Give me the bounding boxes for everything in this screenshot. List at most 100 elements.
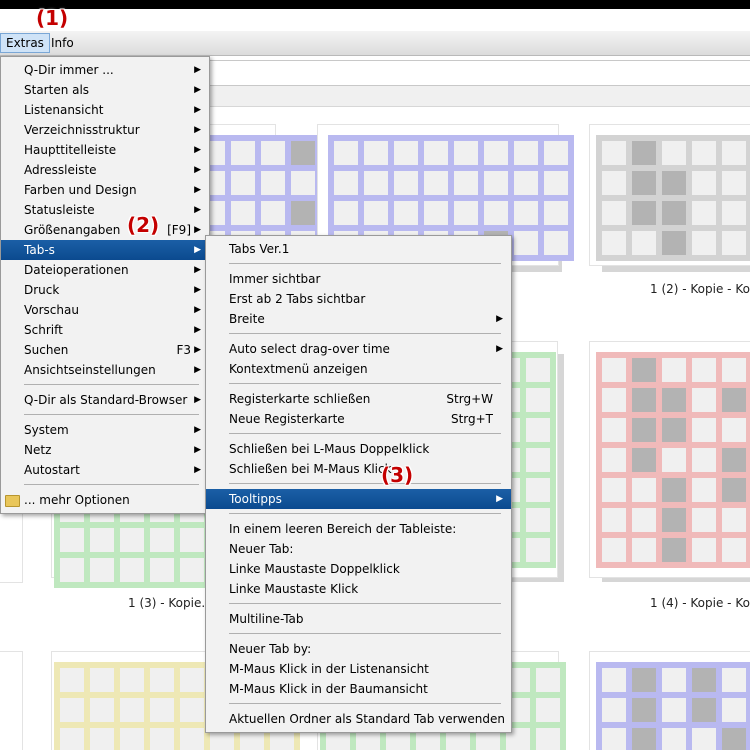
extras-item-dateioperationen[interactable]: Dateioperationen ▶ xyxy=(1,260,209,280)
thumbnail-cell xyxy=(60,728,84,750)
tabs-item-erst-ab-2-tabs-sichtbar[interactable]: Erst ab 2 Tabs sichtbar xyxy=(206,289,511,309)
thumbnail-cell xyxy=(454,141,478,165)
thumbnail-cell xyxy=(602,358,626,382)
thumbnail-cell xyxy=(602,201,626,225)
extras-item-q-dir-immer[interactable]: Q-Dir immer ... ▶ xyxy=(1,60,209,80)
extras-item-verzeichnisstruktur[interactable]: Verzeichnisstruktur ▶ xyxy=(1,120,209,140)
thumbnail-cell xyxy=(662,418,686,442)
thumbnail-cell xyxy=(662,358,686,382)
menu-item-label: Auto select drag-over time xyxy=(229,342,390,356)
thumbnail-cell xyxy=(526,358,550,382)
menu-item-label: ... mehr Optionen xyxy=(24,493,130,507)
thumbnail-cell xyxy=(722,538,746,562)
tabs-item-schließen-bei-m-maus-klick[interactable]: Schließen bei M-Maus Klick xyxy=(206,459,511,479)
menu-item-label: Neue Registerkarte xyxy=(229,412,345,426)
thumbnail-cell xyxy=(484,171,508,195)
tabs-item-neuer-tab-by[interactable]: Neuer Tab by: xyxy=(206,639,511,659)
menu-separator xyxy=(229,513,501,514)
extras-item-größenangaben[interactable]: Größenangaben [F9] ▶ xyxy=(1,220,209,240)
extras-item-statusleiste[interactable]: Statusleiste ▶ xyxy=(1,200,209,220)
thumbnail-cell xyxy=(180,668,204,692)
thumbnail-cell xyxy=(722,508,746,532)
tabs-item-registerkarte-schließen[interactable]: Registerkarte schließen Strg+W xyxy=(206,389,511,409)
tabs-item-neue-registerkarte[interactable]: Neue Registerkarte Strg+T xyxy=(206,409,511,429)
thumbnail-cell xyxy=(662,231,686,255)
tabs-item-tooltipps[interactable]: Tooltipps ▶ xyxy=(206,489,511,509)
thumbnail-cell xyxy=(60,668,84,692)
extras-item-haupttitelleiste[interactable]: Haupttitelleiste ▶ xyxy=(1,140,209,160)
extras-item-adressleiste[interactable]: Adressleiste ▶ xyxy=(1,160,209,180)
thumbnail-cell xyxy=(602,668,626,692)
extras-item-listenansicht[interactable]: Listenansicht ▶ xyxy=(1,100,209,120)
thumbnail-item[interactable] xyxy=(590,652,750,750)
extras-menu: Q-Dir immer ... ▶ Starten als ▶ Listenansich… xyxy=(0,56,210,514)
extras-item-farben-und-design[interactable]: Farben und Design ▶ xyxy=(1,180,209,200)
extras-item-starten-als[interactable]: Starten als ▶ xyxy=(1,80,209,100)
extras-item-schrift[interactable]: Schrift ▶ xyxy=(1,320,209,340)
thumbnail-cell xyxy=(722,358,746,382)
menu-item-label: Druck xyxy=(24,283,60,297)
extras-item-mehr-optionen[interactable]: ... mehr Optionen xyxy=(1,490,209,510)
extras-item-druck[interactable]: Druck ▶ xyxy=(1,280,209,300)
menu-item-label: M-Maus Klick in der Listenansicht xyxy=(229,662,429,676)
extras-item-autostart[interactable]: Autostart ▶ xyxy=(1,460,209,480)
thumbnail-cell xyxy=(602,508,626,532)
menu-item-label: In einem leeren Bereich der Tableiste: xyxy=(229,522,457,536)
submenu-arrow-icon: ▶ xyxy=(496,344,503,354)
callout-1: (1) xyxy=(36,6,69,30)
tabs-item-immer-sichtbar[interactable]: Immer sichtbar xyxy=(206,269,511,289)
thumbnail-cell xyxy=(291,171,315,195)
thumbnail-cell xyxy=(90,528,114,552)
tabs-item-auto-select-drag-over-time[interactable]: Auto select drag-over time ▶ xyxy=(206,339,511,359)
thumbnail-cell xyxy=(602,231,626,255)
thumbnail-cell xyxy=(261,141,285,165)
thumbnail-cell xyxy=(632,508,656,532)
tabs-item-m-maus-klick-in-der-baumansicht[interactable]: M-Maus Klick in der Baumansicht xyxy=(206,679,511,699)
menu-item-label: Aktuellen Ordner als Standard Tab verwen… xyxy=(229,712,505,726)
thumbnail-cell xyxy=(602,478,626,502)
extras-item-tab-s[interactable]: Tab-s ▶ xyxy=(1,240,209,260)
thumbnail-cell xyxy=(692,358,716,382)
thumbnail-cell xyxy=(514,141,538,165)
tabs-item-breite[interactable]: Breite ▶ xyxy=(206,309,511,329)
thumbnail-cell xyxy=(180,698,204,722)
extras-item-vorschau[interactable]: Vorschau ▶ xyxy=(1,300,209,320)
thumbnail-cell xyxy=(722,141,746,165)
tabs-item-linke-maustaste-doppelklick[interactable]: Linke Maustaste Doppelklick xyxy=(206,559,511,579)
menu-item-label: Multiline-Tab xyxy=(229,612,304,626)
menu-extras[interactable]: Extras xyxy=(0,33,50,53)
extras-item-suchen[interactable]: Suchen F3 ▶ xyxy=(1,340,209,360)
tabs-item-aktuellen-ordner-als-standard-tab-verwenden[interactable]: Aktuellen Ordner als Standard Tab verwen… xyxy=(206,709,511,729)
thumbnail-cell xyxy=(692,538,716,562)
thumbnail-cell xyxy=(120,728,144,750)
tabs-item-kontextmenü-anzeigen[interactable]: Kontextmenü anzeigen xyxy=(206,359,511,379)
tabs-item-tabs-ver-1[interactable]: Tabs Ver.1 xyxy=(206,239,511,259)
thumbnail-cell xyxy=(120,668,144,692)
thumbnail-cell xyxy=(602,171,626,195)
extras-item-netz[interactable]: Netz ▶ xyxy=(1,440,209,460)
tabs-item-in-einem-leeren-bereich-der-tableiste[interactable]: In einem leeren Bereich der Tableiste: xyxy=(206,519,511,539)
tabs-item-linke-maustaste-klick[interactable]: Linke Maustaste Klick xyxy=(206,579,511,599)
tabs-item-neuer-tab[interactable]: Neuer Tab: xyxy=(206,539,511,559)
menu-item-shortcut: Strg+W xyxy=(446,392,493,406)
thumbnail-item[interactable] xyxy=(590,125,750,275)
thumbnail-item[interactable] xyxy=(0,652,22,750)
thumbnail-cell xyxy=(120,558,144,582)
extras-item-ansichtseinstellungen[interactable]: Ansichtseinstellungen ▶ xyxy=(1,360,209,380)
thumbnail-cell xyxy=(150,668,174,692)
tabs-item-m-maus-klick-in-der-listenansicht[interactable]: M-Maus Klick in der Listenansicht xyxy=(206,659,511,679)
menu-info[interactable]: Info xyxy=(46,34,79,52)
extras-item-q-dir-als-standard-browser[interactable]: Q-Dir als Standard-Browser ▶ xyxy=(1,390,209,410)
thumbnail-cell xyxy=(536,668,560,692)
menu-separator xyxy=(229,483,501,484)
tabs-item-multiline-tab[interactable]: Multiline-Tab xyxy=(206,609,511,629)
extras-item-system[interactable]: System ▶ xyxy=(1,420,209,440)
thumbnail-cell xyxy=(526,508,550,532)
thumbnail-cell xyxy=(632,728,656,750)
thumbnail-cell xyxy=(536,728,560,750)
thumbnail-cell xyxy=(692,508,716,532)
menu-item-label: Tabs Ver.1 xyxy=(229,242,290,256)
tabs-item-schließen-bei-l-maus-doppelklick[interactable]: Schließen bei L-Maus Doppelklick xyxy=(206,439,511,459)
menu-item-shortcut: Strg+T xyxy=(450,412,493,426)
thumbnail-item[interactable] xyxy=(590,342,750,587)
